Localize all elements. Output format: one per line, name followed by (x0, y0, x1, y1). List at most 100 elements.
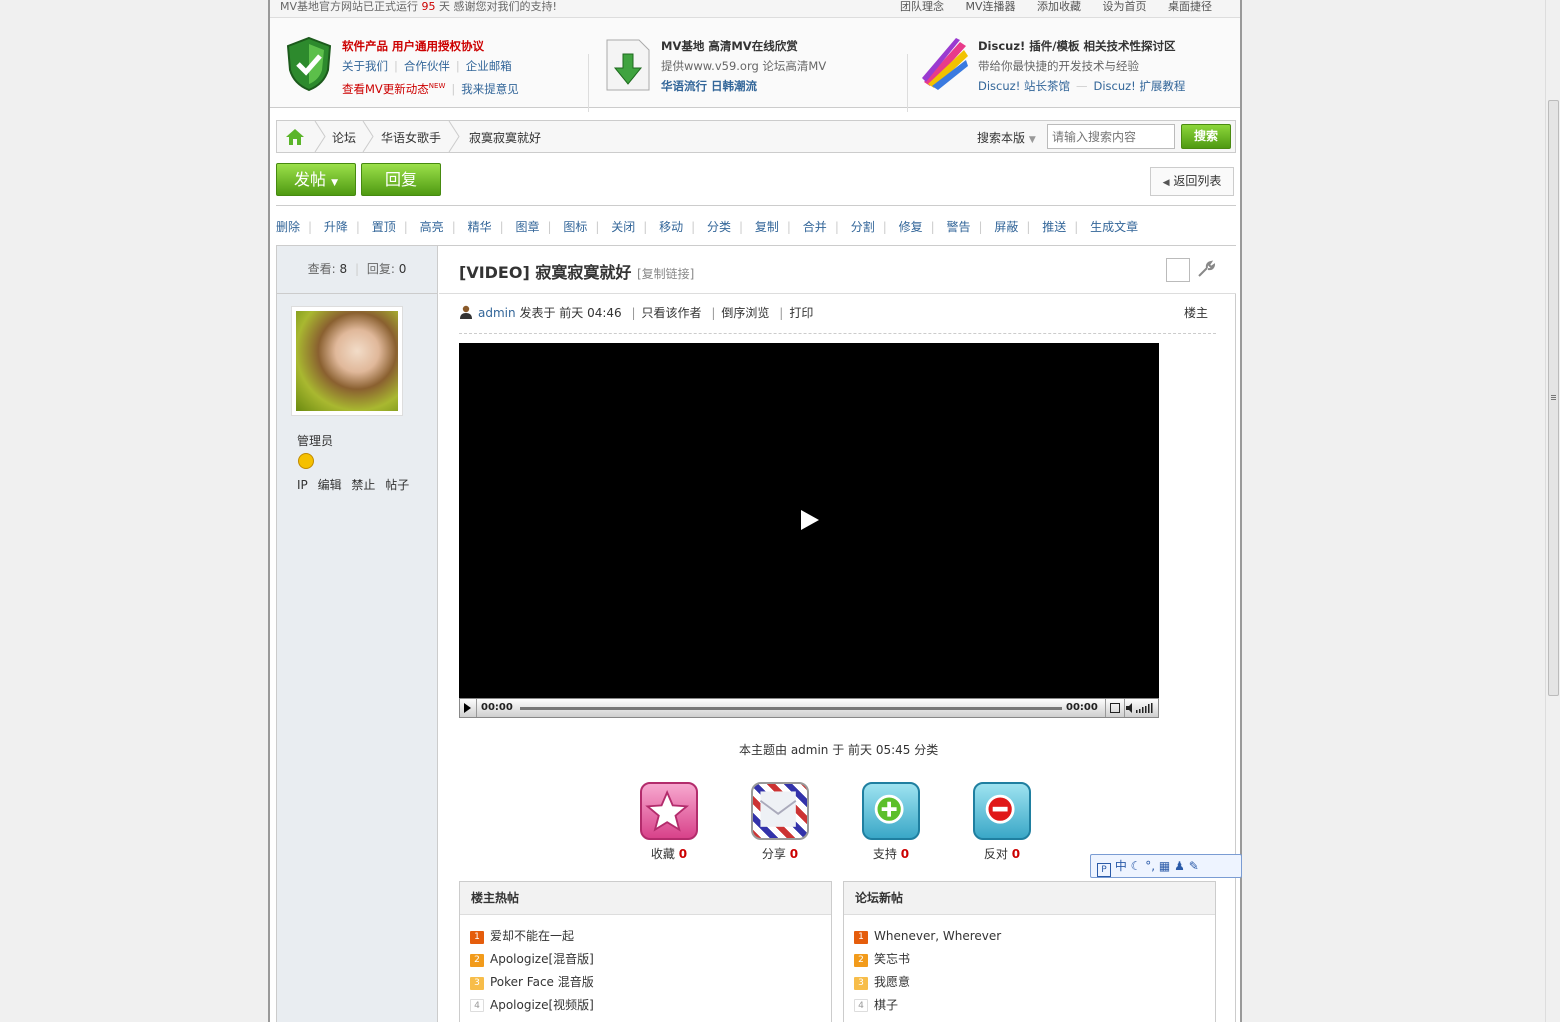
mod-split[interactable]: 分割 (851, 218, 875, 235)
mod-icon[interactable]: 图标 (563, 218, 587, 235)
list-item[interactable]: 3 Poker Face 混音版 (470, 971, 831, 994)
new-post-button[interactable]: 发帖 ▼ (276, 163, 356, 196)
seek-bar[interactable] (520, 707, 1062, 710)
top-notice-bar: MV基地官方网站已正式运行 95 天 感谢您对我们的支持! 团队理念 MV连播器… (270, 0, 1240, 18)
discuz-title[interactable]: Discuz! 插件/模板 相关技术性探讨区 (978, 36, 1185, 56)
mod-warn[interactable]: 警告 (946, 218, 970, 235)
link-homepage[interactable]: 设为首页 (1103, 0, 1147, 13)
scrollbar[interactable] (1545, 0, 1560, 1022)
mod-ban[interactable]: 屏蔽 (994, 218, 1018, 235)
floor-label: 楼主 (1183, 306, 1208, 320)
avatar[interactable] (291, 306, 403, 416)
post-container: 查看: 8 | 回复: 0 管理员 IP 编辑 禁止 帖子 [VIDEO] 寂寞… (276, 245, 1236, 1022)
ime-toolbar[interactable]: P 中 ☾ °, ▦ ♟ ✎ (1090, 854, 1242, 878)
video-controls: 00:00 00:00 (459, 698, 1159, 718)
mod-highlight[interactable]: 高亮 (420, 218, 444, 235)
mod-merge[interactable]: 合并 (803, 218, 827, 235)
mod-repair[interactable]: 修复 (899, 218, 923, 235)
mod-close[interactable]: 关闭 (611, 218, 635, 235)
favorite-button[interactable]: 收藏 0 (639, 782, 699, 862)
ime-logo-icon[interactable]: P (1097, 863, 1111, 877)
smiley-icon (298, 453, 314, 469)
author-link[interactable]: admin (478, 306, 516, 320)
wrench-icon[interactable]: ✎ (1189, 859, 1199, 873)
link-partners[interactable]: 合作伙伴 (404, 59, 450, 73)
link-player[interactable]: MV连播器 (965, 0, 1015, 13)
copy-link-button[interactable]: [复制链接] (637, 267, 694, 281)
mod-stamp[interactable]: 图章 (515, 218, 539, 235)
mod-copy[interactable]: 复制 (755, 218, 779, 235)
link-feedback[interactable]: 我来提意见 (461, 82, 519, 96)
link-about[interactable]: 关于我们 (342, 59, 388, 73)
list-item[interactable]: 4 Apologize[视频版] (470, 994, 831, 1017)
reverse-order-link[interactable]: 倒序浏览 (721, 306, 769, 320)
search-button[interactable]: 搜索 (1181, 124, 1231, 149)
video-player[interactable] (459, 343, 1159, 698)
post-meta: admin 发表于 前天 04:46 | 只看该作者 | 倒序浏览 | 打印 楼主 (459, 304, 1216, 334)
play-button-icon[interactable] (464, 703, 471, 713)
list-item[interactable]: 3 我愿意 (854, 971, 1215, 994)
promo-box-mv: MV基地 高清MV在线欣赏 提供www.v59.org 论坛高清MV 华语流行 … (603, 36, 903, 98)
user-icon[interactable]: ♟ (1174, 859, 1185, 873)
thread-title: [VIDEO] 寂寞寂寞就好 [复制链接] (459, 263, 695, 282)
fullscreen-icon[interactable] (1110, 703, 1120, 713)
promo-banner: 软件产品 用户通用授权协议 关于我们 | 合作伙伴 | 企业邮箱 查看MV更新动态NEW… (270, 18, 1240, 112)
license-title[interactable]: 软件产品 用户通用授权协议 (342, 36, 519, 56)
mod-move[interactable]: 移动 (659, 218, 683, 235)
play-icon[interactable] (801, 510, 819, 530)
admin-user-ops[interactable]: IP 编辑 禁止 帖子 (297, 476, 409, 493)
share-button[interactable]: 分享 0 (750, 782, 810, 862)
discuz-desc: 带给你最快捷的开发技术与经验 (978, 59, 1139, 73)
mod-delete[interactable]: 删除 (276, 218, 300, 235)
notice-days: 95 (421, 0, 436, 13)
list-item[interactable]: 4 棋子 (854, 994, 1215, 1017)
moon-icon[interactable]: ☾ (1131, 859, 1142, 873)
back-to-list-button[interactable]: ◀ 返回列表 (1150, 167, 1234, 196)
support-button[interactable]: 支持 0 (861, 782, 921, 862)
mv-categories[interactable]: 华语流行 日韩潮流 (661, 76, 826, 96)
link-teahouse[interactable]: Discuz! 站长茶馆 (978, 79, 1070, 93)
volume-icon[interactable] (1126, 702, 1154, 714)
scrollbar-thumb[interactable] (1548, 100, 1559, 696)
punctuation-icon[interactable]: °, (1145, 859, 1155, 873)
mod-sticky[interactable]: 置顶 (372, 218, 396, 235)
link-team[interactable]: 团队理念 (900, 0, 944, 13)
mod-digest[interactable]: 精华 (468, 218, 492, 235)
share-count: 0 (789, 847, 799, 861)
only-author-link[interactable]: 只看该作者 (642, 306, 702, 320)
mod-push[interactable]: 推送 (1042, 218, 1066, 235)
select-checkbox[interactable] (1166, 258, 1190, 282)
link-bookmark[interactable]: 添加收藏 (1037, 0, 1081, 13)
list-item[interactable]: 1 爱却不能在一起 (470, 925, 831, 948)
keyboard-icon[interactable]: ▦ (1159, 859, 1170, 873)
link-updates[interactable]: 查看MV更新动态 (342, 82, 429, 96)
wrench-icon[interactable] (1197, 260, 1215, 278)
link-desktop-shortcut[interactable]: 桌面捷径 (1168, 0, 1212, 13)
search-scope-dropdown[interactable]: 搜索本版 ▼ (977, 129, 1036, 146)
current-time: 00:00 (481, 702, 513, 713)
link-mail[interactable]: 企业邮箱 (466, 59, 512, 73)
moderation-toolbar: 删除 | 升降 | 置顶 | 高亮 | 精华 | 图章 | 图标 | 关闭 | 移动 | 分类 | … (276, 218, 1139, 235)
print-link[interactable]: 打印 (789, 306, 813, 320)
breadcrumb-category[interactable]: 华语女歌手 (381, 129, 441, 146)
ime-mode[interactable]: 中 (1115, 859, 1127, 873)
link-tutorials[interactable]: Discuz! 扩展教程 (1093, 79, 1185, 93)
thread-stats: 查看: 8 | 回复: 0 (277, 246, 437, 294)
mod-classify[interactable]: 分类 (707, 218, 731, 235)
reply-button[interactable]: 回复 (361, 163, 441, 196)
oppose-button[interactable]: 反对 0 (972, 782, 1032, 862)
list-item[interactable]: 2 Apologize[混音版] (470, 948, 831, 971)
post-content: [VIDEO] 寂寞寂寞就好 [复制链接] admin 发表于 前天 04:46… (439, 246, 1236, 1022)
breadcrumb-thread[interactable]: 寂寞寂寞就好 (469, 129, 541, 146)
envelope-icon (751, 782, 809, 840)
home-icon[interactable] (285, 128, 305, 146)
mv-title[interactable]: MV基地 高清MV在线欣赏 (661, 36, 826, 56)
mod-generate-article[interactable]: 生成文章 (1090, 218, 1138, 235)
divider (907, 54, 908, 112)
list-item[interactable]: 2 笑忘书 (854, 948, 1215, 971)
search-input[interactable] (1047, 124, 1175, 149)
breadcrumb-forum[interactable]: 论坛 (332, 129, 356, 146)
list-item[interactable]: 1 Whenever, Wherever (854, 925, 1215, 948)
mod-bump[interactable]: 升降 (324, 218, 348, 235)
promo-box-license: 软件产品 用户通用授权协议 关于我们 | 合作伙伴 | 企业邮箱 查看MV更新动态NEW… (284, 36, 584, 98)
